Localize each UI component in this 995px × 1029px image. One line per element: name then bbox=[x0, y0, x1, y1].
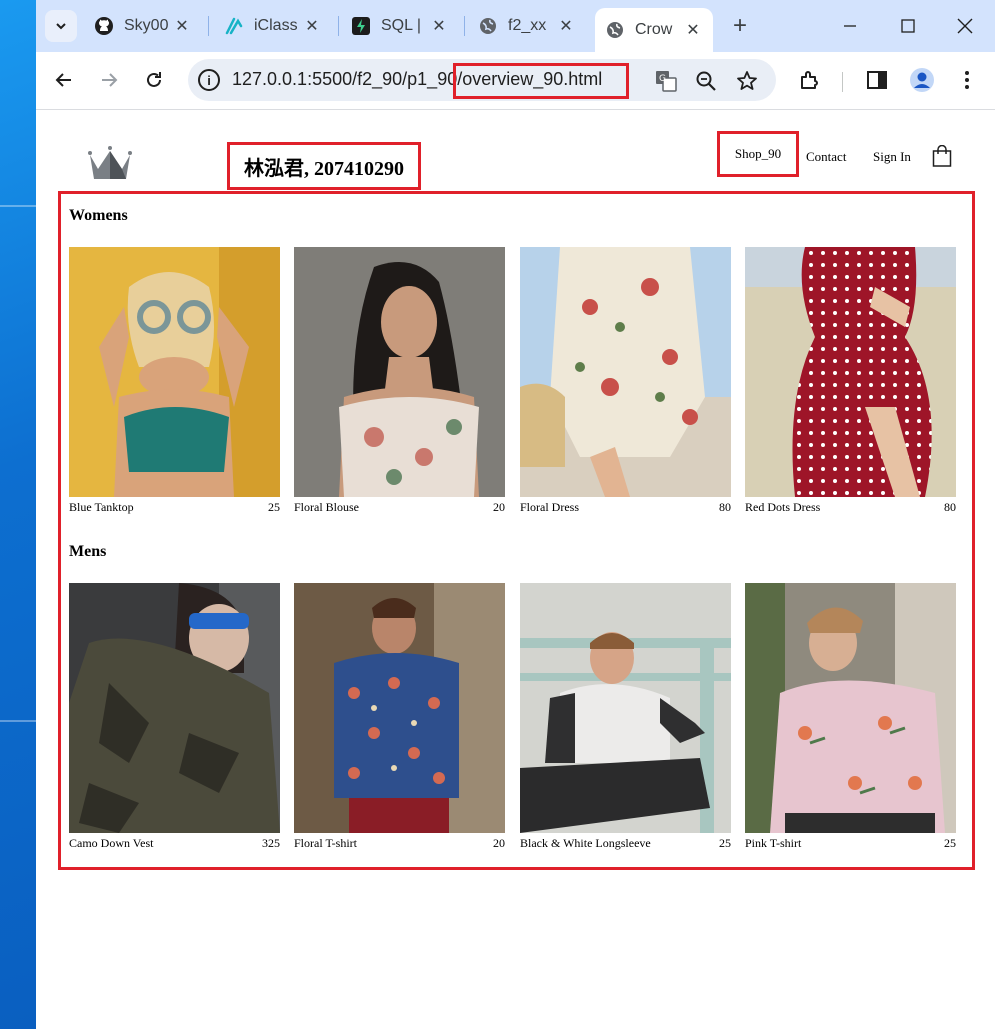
tab-separator bbox=[464, 16, 465, 36]
globe-icon bbox=[605, 20, 625, 40]
url-highlight-box bbox=[453, 63, 629, 99]
product-price: 20 bbox=[493, 500, 505, 514]
crown-logo-icon[interactable] bbox=[88, 145, 132, 181]
nav-shop-link[interactable]: Shop_90 bbox=[717, 131, 799, 177]
product-name: Pink T-shirt bbox=[745, 836, 802, 850]
product-photo[interactable] bbox=[69, 583, 280, 833]
maximize-icon[interactable] bbox=[894, 12, 922, 40]
tab-sql[interactable]: SQL | ✕ bbox=[341, 8, 459, 44]
product-name: Floral Dress bbox=[520, 500, 579, 514]
product-photo[interactable] bbox=[520, 583, 731, 833]
bookmark-star-icon[interactable] bbox=[735, 69, 759, 93]
tab-title: SQL | bbox=[381, 17, 422, 34]
tab-title: Crow bbox=[635, 21, 673, 38]
product-price: 25 bbox=[944, 836, 956, 850]
section-title-mens: Mens bbox=[69, 543, 107, 560]
product-card[interactable]: Red Dots Dress 80 bbox=[745, 247, 956, 515]
close-window-icon[interactable] bbox=[951, 12, 979, 40]
tab-search-button[interactable] bbox=[45, 10, 77, 42]
translate-icon[interactable]: G bbox=[654, 69, 678, 93]
product-price: 25 bbox=[268, 500, 280, 514]
browser-window: Sky00 ✕ iClass ✕ SQL | ✕ f2_xx ✕ Crow ✕ … bbox=[36, 0, 995, 1029]
side-panel-icon[interactable] bbox=[863, 66, 891, 94]
product-card[interactable]: Black & White Longsleeve 25 bbox=[520, 583, 731, 851]
product-card[interactable]: Blue Tanktop 25 bbox=[69, 247, 280, 515]
product-price: 20 bbox=[493, 836, 505, 850]
desktop-streak bbox=[0, 205, 36, 207]
tab-github[interactable]: Sky00 ✕ bbox=[84, 8, 202, 44]
site-info-icon[interactable]: i bbox=[198, 69, 220, 91]
product-price: 325 bbox=[262, 836, 280, 850]
github-icon bbox=[94, 16, 114, 36]
close-icon[interactable]: ✕ bbox=[683, 20, 703, 40]
product-card[interactable]: Camo Down Vest 325 bbox=[69, 583, 280, 851]
tab-strip: Sky00 ✕ iClass ✕ SQL | ✕ f2_xx ✕ Crow ✕ … bbox=[36, 0, 995, 52]
svg-text:G: G bbox=[659, 74, 666, 84]
menu-kebab-icon[interactable] bbox=[953, 66, 981, 94]
tab-title: iClass bbox=[254, 17, 298, 34]
globe-icon bbox=[478, 16, 498, 36]
page-content: 林泓君, 207410290 Shop_90 Contact Sign In W… bbox=[36, 111, 995, 1029]
product-price: 80 bbox=[944, 500, 956, 514]
tab-crown-active[interactable]: Crow ✕ bbox=[595, 8, 713, 52]
chevron-down-icon bbox=[56, 23, 66, 30]
forward-icon[interactable] bbox=[94, 65, 124, 95]
product-card[interactable]: Pink T-shirt 25 bbox=[745, 583, 956, 851]
sql-icon bbox=[351, 16, 371, 36]
desktop-streak bbox=[0, 720, 36, 722]
toolbar-separator bbox=[842, 72, 843, 92]
reload-icon[interactable] bbox=[139, 65, 169, 95]
close-icon[interactable]: ✕ bbox=[556, 16, 576, 36]
tab-separator bbox=[208, 16, 209, 36]
product-name: Blue Tanktop bbox=[69, 500, 134, 514]
close-icon[interactable]: ✕ bbox=[172, 16, 192, 36]
product-card[interactable]: Floral Blouse 20 bbox=[294, 247, 505, 515]
desktop-background bbox=[0, 0, 36, 1029]
back-icon[interactable] bbox=[49, 65, 79, 95]
product-photo[interactable] bbox=[69, 247, 280, 497]
new-tab-button[interactable]: + bbox=[726, 12, 754, 40]
product-card[interactable]: Floral T-shirt 20 bbox=[294, 583, 505, 851]
tab-iclass[interactable]: iClass ✕ bbox=[214, 8, 332, 44]
nav-contact-link[interactable]: Contact bbox=[806, 149, 846, 165]
product-card[interactable]: Floral Dress 80 bbox=[520, 247, 731, 515]
close-icon[interactable]: ✕ bbox=[429, 16, 449, 36]
product-price: 25 bbox=[719, 836, 731, 850]
student-name-label: 林泓君, 207410290 bbox=[227, 142, 421, 190]
product-name: Camo Down Vest bbox=[69, 836, 154, 850]
product-photo[interactable] bbox=[294, 583, 505, 833]
product-name: Black & White Longsleeve bbox=[520, 836, 651, 850]
product-name: Red Dots Dress bbox=[745, 500, 821, 514]
extensions-icon[interactable] bbox=[796, 66, 824, 94]
product-photo[interactable] bbox=[294, 247, 505, 497]
close-icon[interactable]: ✕ bbox=[302, 16, 322, 36]
tab-separator bbox=[338, 16, 339, 36]
nav-sign-in-link[interactable]: Sign In bbox=[873, 149, 911, 165]
shopping-bag-icon[interactable] bbox=[932, 145, 952, 167]
minimize-icon[interactable] bbox=[836, 12, 864, 40]
product-price: 80 bbox=[719, 500, 731, 514]
profile-avatar-icon[interactable] bbox=[908, 66, 936, 94]
product-photo[interactable] bbox=[745, 583, 956, 833]
product-name: Floral Blouse bbox=[294, 500, 359, 514]
product-photo[interactable] bbox=[520, 247, 731, 497]
section-title-womens: Womens bbox=[69, 207, 128, 224]
zoom-icon[interactable] bbox=[694, 69, 718, 93]
tab-title: f2_xx bbox=[508, 17, 547, 34]
product-photo[interactable] bbox=[745, 247, 956, 497]
tab-title: Sky00 bbox=[124, 17, 168, 34]
product-name: Floral T-shirt bbox=[294, 836, 358, 850]
tab-f2[interactable]: f2_xx ✕ bbox=[468, 8, 586, 44]
iclass-icon bbox=[224, 16, 244, 36]
